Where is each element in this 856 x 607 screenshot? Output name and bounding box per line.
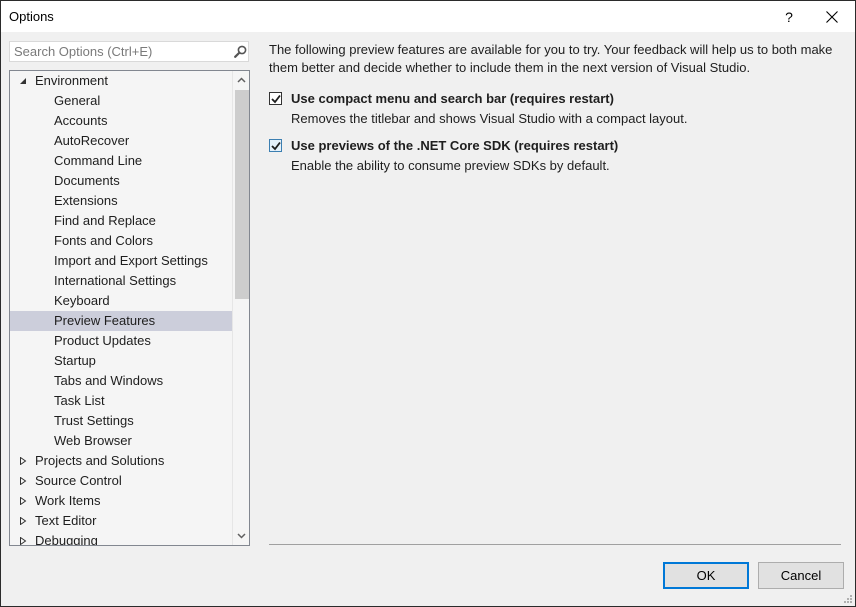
tree-item[interactable]: Find and Replace xyxy=(10,211,232,231)
tree-item-label: Documents xyxy=(54,173,120,188)
search-options-box[interactable] xyxy=(9,41,249,62)
checkmark-icon xyxy=(271,94,281,104)
cancel-button[interactable]: Cancel xyxy=(758,562,844,589)
tree-item-label: Trust Settings xyxy=(54,413,134,428)
tree-item-label: International Settings xyxy=(54,273,177,288)
tree-item-label: Tabs and Windows xyxy=(54,373,164,388)
tree-item[interactable]: Tabs and Windows xyxy=(10,371,232,391)
tree-item[interactable]: Keyboard xyxy=(10,291,232,311)
tree-item-label: Text Editor xyxy=(35,513,97,528)
tree-item[interactable]: International Settings xyxy=(10,271,232,291)
ok-button[interactable]: OK xyxy=(663,562,749,589)
title-bar: Options ? xyxy=(1,1,855,32)
compact-menu-description: Removes the titlebar and shows Visual St… xyxy=(291,111,688,126)
preview-features-panel: The following preview features are avail… xyxy=(269,41,849,173)
close-icon xyxy=(826,11,838,23)
collapsed-triangle-icon[interactable] xyxy=(19,497,27,505)
tree-item[interactable]: Preview Features xyxy=(10,311,232,331)
tree-item[interactable]: Text Editor xyxy=(10,511,232,531)
tree-item[interactable]: Task List xyxy=(10,391,232,411)
tree-item-label: Command Line xyxy=(54,153,143,168)
close-button[interactable] xyxy=(817,5,847,29)
tree-item-label: Environment xyxy=(35,73,108,88)
tree-item-label: Keyboard xyxy=(54,293,110,308)
tree-item[interactable]: AutoRecover xyxy=(10,131,232,151)
tree-item[interactable]: Environment xyxy=(10,71,232,91)
tree-item[interactable]: Extensions xyxy=(10,191,232,211)
dotnet-core-sdk-label[interactable]: Use previews of the .NET Core SDK (requi… xyxy=(291,138,618,153)
tree-item-label: Extensions xyxy=(54,193,118,208)
tree-item-label: Work Items xyxy=(35,493,101,508)
tree-item-label: Accounts xyxy=(54,113,108,128)
tree-item[interactable]: Documents xyxy=(10,171,232,191)
tree-scrollbar[interactable] xyxy=(232,71,249,545)
resize-grip-icon[interactable] xyxy=(843,594,853,604)
dialog-title: Options xyxy=(9,9,54,24)
tree-item-label: Product Updates xyxy=(54,333,151,348)
tree-item[interactable]: Work Items xyxy=(10,491,232,511)
expanded-triangle-icon[interactable] xyxy=(19,77,27,85)
dotnet-core-sdk-description: Enable the ability to consume preview SD… xyxy=(291,158,610,173)
scroll-down-button[interactable] xyxy=(233,527,249,545)
tree-item[interactable]: Import and Export Settings xyxy=(10,251,232,271)
tree-item-label: Web Browser xyxy=(54,433,132,448)
scroll-up-button[interactable] xyxy=(233,71,249,89)
checkmark-icon xyxy=(271,141,281,151)
options-dialog: Options ? Environment General Accounts Auto… xyxy=(0,0,856,607)
tree-item-label: Import and Export Settings xyxy=(54,253,208,268)
tree-item[interactable]: Startup xyxy=(10,351,232,371)
collapsed-triangle-icon[interactable] xyxy=(19,457,27,465)
tree-item[interactable]: Product Updates xyxy=(10,331,232,351)
tree-item[interactable]: Projects and Solutions xyxy=(10,451,232,471)
tree-item[interactable]: Accounts xyxy=(10,111,232,131)
tree-item-label: Startup xyxy=(54,353,96,368)
tree-item[interactable]: Fonts and Colors xyxy=(10,231,232,251)
dotnet-core-sdk-checkbox[interactable] xyxy=(269,139,282,152)
intro-text: The following preview features are avail… xyxy=(269,42,833,75)
tree-item[interactable]: Command Line xyxy=(10,151,232,171)
search-icon[interactable] xyxy=(234,45,247,58)
tree-item-label: General xyxy=(54,93,101,108)
compact-menu-checkbox[interactable] xyxy=(269,92,282,105)
help-button[interactable]: ? xyxy=(775,5,803,29)
collapsed-triangle-icon[interactable] xyxy=(19,537,27,545)
scroll-thumb[interactable] xyxy=(235,90,249,299)
search-input[interactable] xyxy=(14,43,224,60)
tree-item-label: Source Control xyxy=(35,473,122,488)
compact-menu-label[interactable]: Use compact menu and search bar (require… xyxy=(291,91,614,106)
tree-item-label: Projects and Solutions xyxy=(35,453,165,468)
tree-item-label: Debugging xyxy=(35,533,98,546)
tree-item-label: Find and Replace xyxy=(54,213,156,228)
tree-item-label: Fonts and Colors xyxy=(54,233,153,248)
collapsed-triangle-icon[interactable] xyxy=(19,517,27,525)
tree-item[interactable]: Trust Settings xyxy=(10,411,232,431)
chevron-down-icon xyxy=(237,533,246,539)
chevron-up-icon xyxy=(237,77,246,83)
tree-item[interactable]: Web Browser xyxy=(10,431,232,451)
tree-list: Environment General Accounts AutoRecover Com… xyxy=(10,71,232,546)
options-tree[interactable]: Environment General Accounts AutoRecover Com… xyxy=(9,70,250,546)
tree-item[interactable]: Debugging xyxy=(10,531,232,546)
collapsed-triangle-icon[interactable] xyxy=(19,477,27,485)
tree-item[interactable]: Source Control xyxy=(10,471,232,491)
tree-item-label: Preview Features xyxy=(54,313,156,328)
footer-divider xyxy=(269,544,841,545)
tree-item[interactable]: General xyxy=(10,91,232,111)
tree-item-label: Task List xyxy=(54,393,105,408)
tree-item-label: AutoRecover xyxy=(54,133,130,148)
